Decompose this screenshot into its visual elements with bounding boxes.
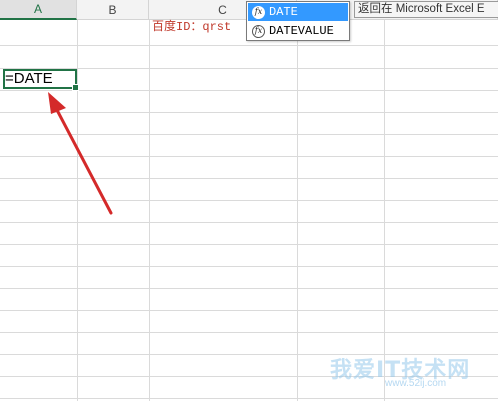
function-tooltip: 返回在 Microsoft Excel E bbox=[354, 1, 498, 18]
column-header-b[interactable]: B bbox=[77, 0, 149, 20]
column-header-a[interactable]: A bbox=[0, 0, 77, 20]
function-icon: fx bbox=[252, 24, 265, 38]
site-watermark-url: www.52ij.com bbox=[385, 378, 447, 389]
fill-handle[interactable] bbox=[72, 84, 79, 91]
autocomplete-item-label: DATE bbox=[269, 5, 298, 19]
autocomplete-item-label: DATEVALUE bbox=[269, 24, 334, 38]
cell-formula-text: =DATE bbox=[5, 70, 53, 87]
function-autocomplete-list[interactable]: fx DATE fx DATEVALUE bbox=[246, 1, 350, 41]
function-icon: fx bbox=[252, 5, 265, 19]
autocomplete-item-datevalue[interactable]: fx DATEVALUE bbox=[248, 22, 348, 40]
autocomplete-item-date[interactable]: fx DATE bbox=[248, 3, 348, 21]
baidu-id-watermark: 百度ID：qrst bbox=[152, 20, 232, 34]
